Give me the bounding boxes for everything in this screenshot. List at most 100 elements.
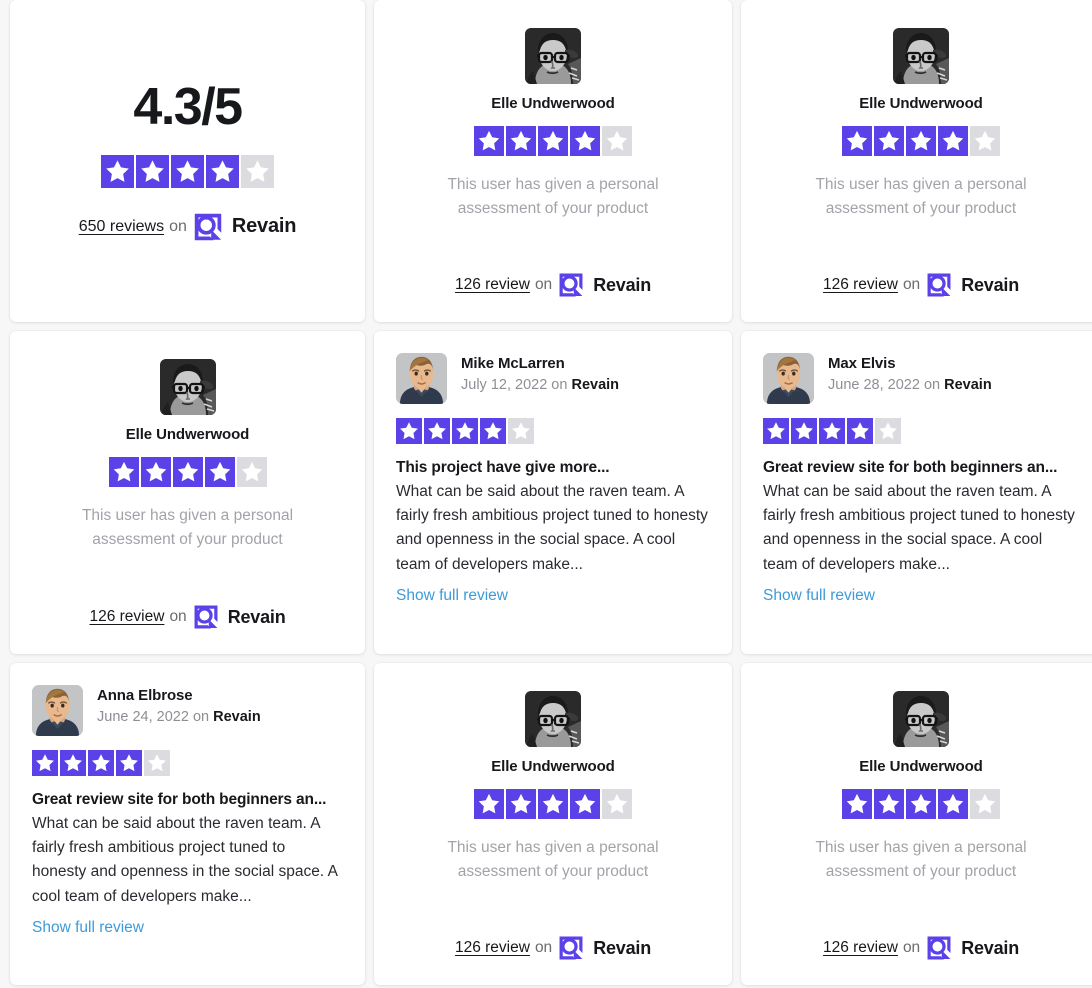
reviewer-name: Elle Undwerwood [859, 758, 983, 775]
profile-card: Elle Undwerwood This user has given a pe… [10, 331, 365, 654]
star-icon [140, 457, 171, 487]
star-icon [204, 457, 235, 487]
star-icon-empty [144, 750, 170, 776]
star-icon-empty [875, 418, 901, 444]
reviews-count-link[interactable]: 126 review [823, 276, 898, 294]
star-icon [136, 154, 169, 188]
star-icon [538, 789, 568, 819]
avatar [893, 28, 949, 84]
avatar [32, 685, 83, 736]
show-full-review-link[interactable]: Show full review [396, 587, 710, 605]
revain-logo-icon [926, 935, 952, 961]
review-date: July 12, 2022 [461, 377, 548, 393]
reviewer-info: Mike McLarren July 12, 2022 on Revain [461, 353, 619, 393]
star-icon-empty [970, 126, 1000, 156]
revain-logo-icon [558, 935, 584, 961]
star-icon-empty [508, 418, 534, 444]
profile-card: Elle Undwerwood This user has given a pe… [374, 0, 732, 322]
summary-footer: 650 reviews on Revain [79, 212, 296, 242]
reviews-count-link[interactable]: 126 review [89, 608, 164, 626]
profile-footer: 126 review on Revain [823, 935, 1019, 961]
star-icon [32, 750, 58, 776]
show-full-review-link[interactable]: Show full review [32, 919, 343, 937]
revain-logo-icon [193, 212, 223, 242]
reviewer-name: Elle Undwerwood [125, 426, 250, 443]
star-rating [763, 418, 1079, 444]
reviews-count-link[interactable]: 126 review [455, 939, 530, 957]
reviews-count-link[interactable]: 126 review [455, 276, 530, 294]
review-body: What can be said about the raven team. A… [32, 815, 338, 905]
overall-score: 4.3/5 [133, 77, 243, 136]
review-meta: June 28, 2022 on Revain [828, 377, 992, 393]
star-icon [88, 750, 114, 776]
assessment-note: This user has given a personal assessmen… [447, 176, 659, 218]
review-card: Max Elvis June 28, 2022 on Revain Great … [741, 331, 1092, 654]
star-icon [570, 126, 600, 156]
star-icon [480, 418, 506, 444]
on-label: on [169, 608, 187, 625]
review-card: Anna Elbrose June 24, 2022 on Revain Gre… [10, 663, 365, 985]
on-label: on [902, 276, 921, 293]
star-icon [474, 789, 504, 819]
star-rating [842, 126, 1000, 156]
star-icon [791, 418, 817, 444]
star-icon [819, 418, 845, 444]
brand-name: Revain [227, 606, 286, 627]
on-label: on [192, 709, 210, 725]
review-header: Max Elvis June 28, 2022 on Revain [763, 353, 1079, 404]
star-icon-empty [602, 126, 632, 156]
star-icon [847, 418, 873, 444]
star-icon-empty [970, 789, 1000, 819]
on-label: on [923, 377, 941, 393]
profile-footer: 126 review on Revain [823, 272, 1019, 298]
assessment-note: This user has given a personal assessmen… [447, 839, 659, 881]
assessment-note: This user has given a personal assessmen… [815, 176, 1027, 218]
review-title: Great review site for both beginners an.… [32, 791, 327, 808]
star-icon [538, 126, 568, 156]
profile-footer: 126 review on Revain [455, 272, 651, 298]
star-icon [424, 418, 450, 444]
assessment-note: This user has given a personal assessmen… [815, 839, 1027, 881]
on-label: on [534, 276, 553, 293]
avatar [525, 691, 581, 747]
on-label: on [169, 217, 187, 235]
avatar [893, 691, 949, 747]
reviewer-name: Elle Undwerwood [491, 95, 615, 112]
brand-name: Revain [571, 377, 620, 393]
star-icon-empty [236, 457, 267, 487]
avatar [763, 353, 814, 404]
brand-name: Revain [213, 709, 261, 725]
star-icon [101, 154, 134, 188]
star-icon [171, 154, 204, 188]
star-icon [763, 418, 789, 444]
show-full-review-link[interactable]: Show full review [763, 587, 1079, 605]
star-icon [172, 457, 203, 487]
profile-footer: 126 review on Revain [89, 604, 286, 630]
star-icon [938, 126, 968, 156]
star-rating [842, 789, 1000, 819]
on-label: on [534, 939, 553, 956]
star-rating [396, 418, 710, 444]
review-header: Mike McLarren July 12, 2022 on Revain [396, 353, 710, 404]
avatar [525, 28, 581, 84]
on-label: on [902, 939, 921, 956]
profile-card: Elle Undwerwood This user has given a pe… [741, 0, 1092, 322]
reviews-count-link[interactable]: 650 reviews [79, 218, 164, 236]
star-icon [570, 789, 600, 819]
review-date: June 28, 2022 [828, 377, 920, 393]
profile-footer: 126 review on Revain [455, 935, 651, 961]
star-icon [906, 126, 936, 156]
star-icon [874, 126, 904, 156]
reviews-count-link[interactable]: 126 review [823, 939, 898, 957]
review-title: Great review site for both beginners an.… [763, 459, 1058, 476]
overall-star-rating [101, 154, 274, 188]
star-rating [32, 750, 343, 776]
assessment-note: This user has given a personal assessmen… [81, 507, 294, 549]
reviewer-name: Max Elvis [828, 355, 896, 372]
on-label: on [551, 377, 568, 393]
profile-card: Elle Undwerwood This user has given a pe… [741, 663, 1092, 985]
review-header: Anna Elbrose June 24, 2022 on Revain [32, 685, 343, 736]
brand-name: Revain [961, 274, 1020, 295]
star-rating [108, 457, 267, 487]
reviewer-info: Max Elvis June 28, 2022 on Revain [828, 353, 992, 393]
